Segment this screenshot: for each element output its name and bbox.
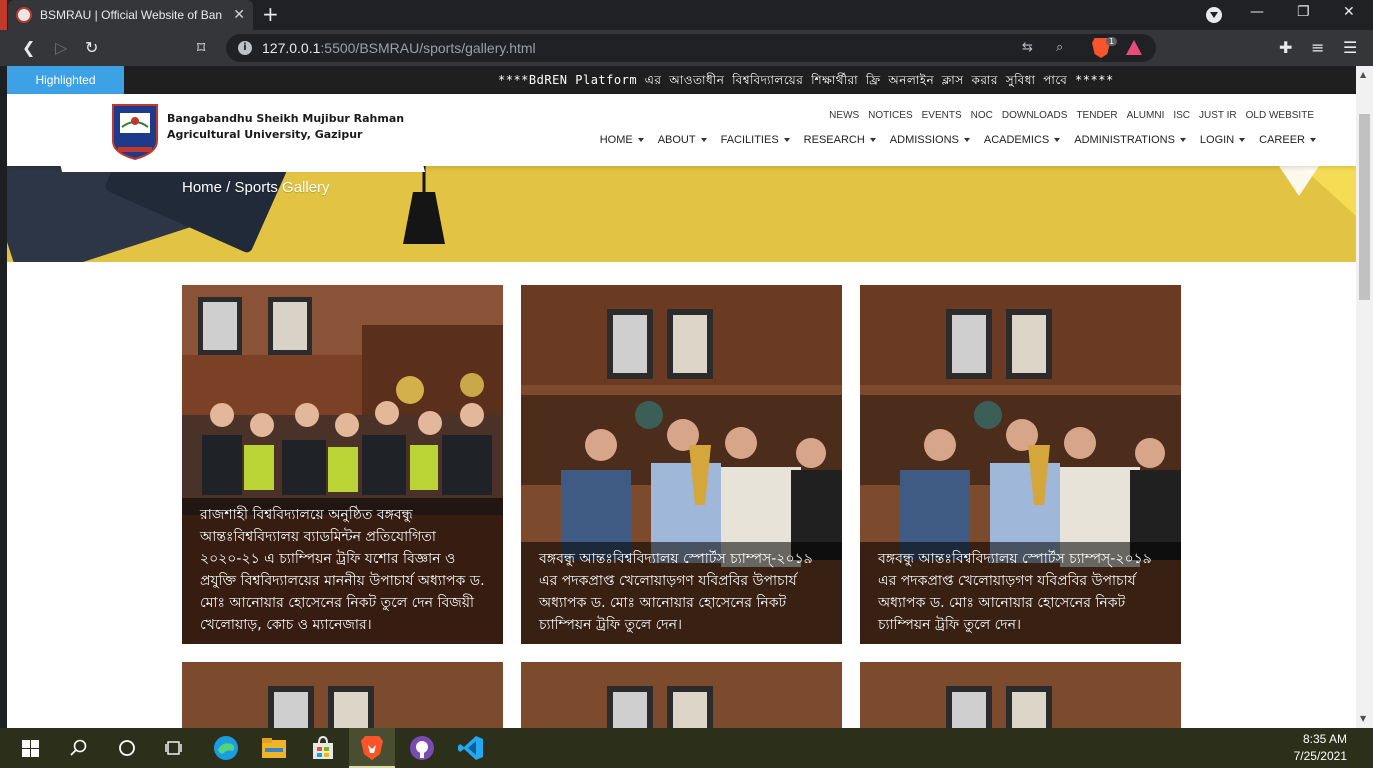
gallery-card[interactable]: রাজশাহী বিশ্ববিদ্যালয়ে অনুষ্ঠিত বঙ্গবন্… bbox=[182, 285, 503, 644]
minimize-icon[interactable]: — bbox=[1250, 4, 1264, 20]
gallery-card[interactable] bbox=[182, 662, 503, 728]
caret-down-icon bbox=[1054, 138, 1061, 142]
university-logo-icon[interactable] bbox=[110, 103, 160, 161]
banner-tassel-icon bbox=[403, 166, 445, 244]
reload-icon[interactable]: ↻ bbox=[85, 38, 98, 58]
gallery-card[interactable] bbox=[860, 662, 1181, 728]
gallery-photo bbox=[182, 662, 503, 728]
url-host: 127.0.0.1 bbox=[262, 40, 321, 56]
toplink-old-website[interactable]: OLD WEBSITE bbox=[1246, 110, 1314, 121]
scroll-thumb[interactable] bbox=[1359, 114, 1370, 300]
browser-tab-bar: BSMRAU | Official Website of Ban ✕ + — ❐… bbox=[0, 0, 1373, 30]
url-path: :5500/BSMRAU/sports/gallery.html bbox=[320, 40, 536, 56]
nav-facilities[interactable]: FACILITIES bbox=[721, 134, 790, 146]
extensions-icon[interactable]: ✚ bbox=[1279, 38, 1292, 58]
back-icon[interactable]: ❮ bbox=[22, 38, 35, 58]
main-nav: HOME ABOUT FACILITIES RESEARCH ADMISSION… bbox=[600, 134, 1316, 146]
gallery-caption: বঙ্গবন্ধু আন্তঃবিশ্ববিদ্যালয় স্পোর্টস চ… bbox=[860, 542, 1181, 644]
caret-down-icon bbox=[869, 138, 876, 142]
caret-down-icon bbox=[783, 138, 790, 142]
menu-icon[interactable]: ☰ bbox=[1343, 38, 1357, 58]
caret-down-icon bbox=[700, 138, 707, 142]
gallery-photo bbox=[860, 662, 1181, 728]
search-icon[interactable] bbox=[70, 739, 88, 757]
toplink-downloads[interactable]: DOWNLOADS bbox=[1002, 110, 1068, 121]
tab-title: BSMRAU | Official Website of Ban bbox=[40, 8, 223, 22]
clock-date: 7/25/2021 bbox=[1293, 749, 1347, 763]
edge-browser-icon[interactable] bbox=[213, 735, 239, 761]
windows-start-icon[interactable] bbox=[22, 740, 39, 757]
nav-administrations[interactable]: ADMINISTRATIONS bbox=[1074, 134, 1186, 146]
cortana-icon[interactable] bbox=[118, 739, 136, 757]
toplink-news[interactable]: NEWS bbox=[829, 110, 859, 121]
gallery-caption: বঙ্গবন্ধু আন্তঃবিশ্ববিদ্যালয় স্পোর্টস চ… bbox=[521, 542, 842, 644]
system-clock[interactable]: 8:35 AM 7/25/2021 bbox=[1294, 731, 1347, 765]
nav-about[interactable]: ABOUT bbox=[658, 134, 707, 146]
caret-down-icon bbox=[1239, 138, 1246, 142]
restore-icon[interactable]: ❐ bbox=[1297, 4, 1310, 20]
gallery-card[interactable] bbox=[521, 662, 842, 728]
brave-browser-icon[interactable] bbox=[361, 735, 383, 761]
tab-close-icon[interactable]: ✕ bbox=[233, 7, 245, 23]
clock-time: 8:35 AM bbox=[1302, 732, 1347, 746]
site-header: Bangabandhu Sheikh Mujibur Rahman Agricu… bbox=[7, 94, 1356, 172]
caret-down-icon bbox=[1310, 138, 1316, 142]
file-explorer-icon[interactable] bbox=[261, 736, 287, 760]
tab-search-icon[interactable] bbox=[1206, 7, 1222, 23]
close-window-icon[interactable]: ✕ bbox=[1343, 4, 1355, 20]
browser-tab[interactable]: BSMRAU | Official Website of Ban ✕ bbox=[8, 0, 253, 30]
scroll-down-icon[interactable]: ▼ bbox=[1360, 714, 1366, 723]
caret-down-icon bbox=[1179, 138, 1186, 142]
windows-taskbar: 8:35 AM 7/25/2021 bbox=[0, 728, 1373, 768]
toplink-tender[interactable]: TENDER bbox=[1076, 110, 1117, 121]
university-name[interactable]: Bangabandhu Sheikh Mujibur Rahman Agricu… bbox=[167, 111, 404, 143]
toplink-isc[interactable]: ISC bbox=[1173, 110, 1190, 121]
site-info-icon[interactable]: i bbox=[238, 41, 252, 55]
toplink-notices[interactable]: NOTICES bbox=[868, 110, 912, 121]
tab-strip-accent bbox=[0, 0, 7, 30]
gallery-card[interactable]: বঙ্গবন্ধু আন্তঃবিশ্ববিদ্যালয় স্পোর্টস চ… bbox=[860, 285, 1181, 644]
top-links-nav: NEWS NOTICES EVENTS NOC DOWNLOADS TENDER… bbox=[829, 110, 1314, 121]
forward-icon[interactable]: ▷ bbox=[55, 38, 67, 58]
banner-triangle bbox=[1279, 166, 1319, 196]
caret-down-icon bbox=[963, 138, 970, 142]
caret-down-icon bbox=[637, 138, 644, 142]
brave-rewards-icon[interactable] bbox=[1126, 40, 1142, 55]
notice-bar: Highlighted ****BdREN Platform এর আওতাধী… bbox=[7, 66, 1356, 94]
new-tab-button[interactable]: + bbox=[262, 4, 279, 24]
breadcrumb[interactable]: Home / Sports Gallery bbox=[182, 179, 330, 196]
nav-home[interactable]: HOME bbox=[600, 134, 644, 146]
page-scrollbar[interactable]: ▲ ▼ bbox=[1356, 66, 1373, 728]
address-bar[interactable]: i 127.0.0.1:5500/BSMRAU/sports/gallery.h… bbox=[226, 34, 1156, 62]
highlighted-label: Highlighted bbox=[7, 66, 124, 94]
bookmark-icon[interactable]: ⌑ bbox=[197, 38, 205, 58]
zoom-icon[interactable]: ⌕ bbox=[1056, 40, 1063, 55]
brave-shields-count: 1 bbox=[1106, 37, 1118, 46]
scroll-up-icon[interactable]: ▲ bbox=[1360, 70, 1366, 79]
task-view-icon[interactable] bbox=[165, 739, 183, 757]
toplink-just-ir[interactable]: JUST IR bbox=[1199, 110, 1237, 121]
site-favicon-icon bbox=[16, 7, 32, 23]
toplink-noc[interactable]: NOC bbox=[971, 110, 993, 121]
gallery-caption: রাজশাহী বিশ্ববিদ্যালয়ে অনুষ্ঠিত বঙ্গবন্… bbox=[182, 498, 503, 644]
nav-login[interactable]: LOGIN bbox=[1200, 134, 1246, 146]
gallery-photo bbox=[521, 662, 842, 728]
translate-icon[interactable]: ⇆ bbox=[1022, 40, 1033, 55]
nav-academics[interactable]: ACADEMICS bbox=[984, 134, 1061, 146]
nav-research[interactable]: RESEARCH bbox=[804, 134, 876, 146]
gallery-card[interactable]: বঙ্গবন্ধু আন্তঃবিশ্ববিদ্যালয় স্পোর্টস চ… bbox=[521, 285, 842, 644]
vscode-icon[interactable] bbox=[458, 735, 484, 761]
browser-toolbar: ❮ ▷ ↻ ⌑ i 127.0.0.1:5500/BSMRAU/sports/g… bbox=[0, 30, 1373, 66]
toplink-alumni[interactable]: ALUMNI bbox=[1127, 110, 1165, 121]
page-banner: Home / Sports Gallery bbox=[7, 166, 1356, 262]
page-viewport: Highlighted ****BdREN Platform এর আওতাধী… bbox=[7, 66, 1356, 728]
toplink-events[interactable]: EVENTS bbox=[922, 110, 962, 121]
store-icon[interactable] bbox=[310, 735, 336, 761]
nav-career[interactable]: CAREER bbox=[1259, 134, 1316, 146]
media-queue-icon[interactable]: ≡ bbox=[1311, 38, 1324, 58]
github-desktop-icon[interactable] bbox=[409, 735, 435, 761]
nav-admissions[interactable]: ADMISSIONS bbox=[890, 134, 970, 146]
notice-marquee[interactable]: ****BdREN Platform এর আওতাধীন বিশ্ববিদ্য… bbox=[498, 66, 1114, 94]
